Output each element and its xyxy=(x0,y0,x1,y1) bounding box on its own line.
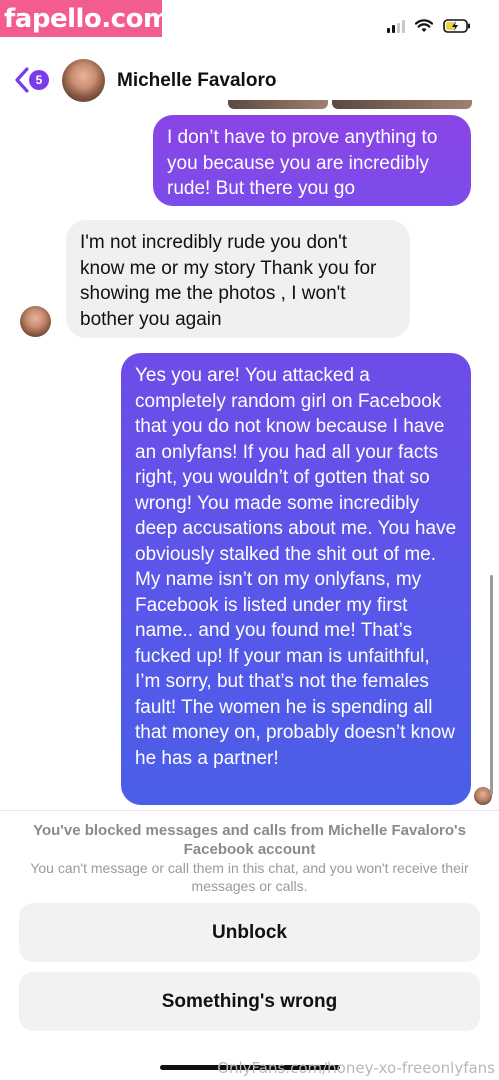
unblock-button[interactable]: Unblock xyxy=(19,903,480,962)
status-icons xyxy=(387,19,471,33)
message-bubble-outgoing[interactable]: I don’t have to prove anything to you be… xyxy=(153,115,471,206)
blocked-title: You've blocked messages and calls from M… xyxy=(33,822,466,858)
signal-icon xyxy=(387,19,405,33)
contact-name[interactable]: Michelle Favaloro xyxy=(117,70,276,92)
sender-avatar[interactable] xyxy=(20,306,51,337)
watermark-top: fapello.com xyxy=(0,0,170,37)
shared-photo-edge[interactable] xyxy=(332,100,472,109)
battery-charging-icon xyxy=(443,19,470,33)
unread-count-badge[interactable]: 5 xyxy=(29,70,49,90)
blocked-subtitle: You can't message or call them in this c… xyxy=(30,860,469,894)
contact-avatar[interactable] xyxy=(62,59,105,102)
blocked-notice: You've blocked messages and calls from M… xyxy=(0,810,499,1080)
message-bubble-outgoing[interactable]: Yes you are! You attacked a completely r… xyxy=(121,353,471,805)
shared-photo-edge[interactable] xyxy=(228,100,328,109)
scrollbar[interactable] xyxy=(490,575,493,795)
watermark-bottom: OnlyFans.com/honey-xo-freeonlyfans xyxy=(217,1059,495,1077)
message-bubble-incoming[interactable]: I'm not incredibly rude you don't know m… xyxy=(66,220,410,338)
something-wrong-button[interactable]: Something's wrong xyxy=(19,972,480,1031)
wifi-icon xyxy=(415,19,433,32)
